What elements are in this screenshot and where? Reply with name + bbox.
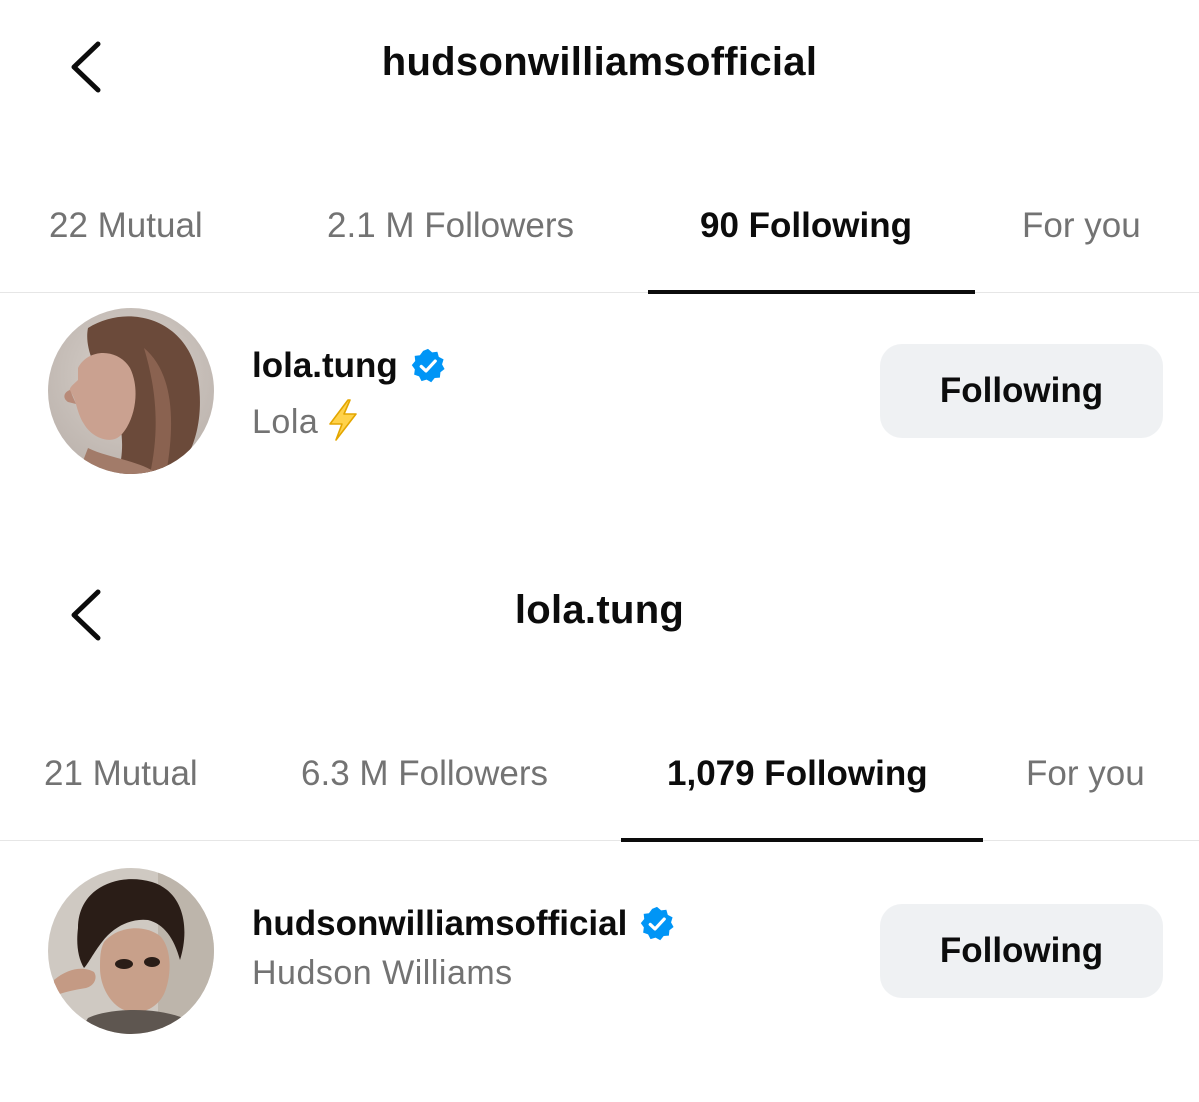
lightning-bolt-icon [324, 398, 362, 447]
tab-for-you[interactable]: For you [1022, 206, 1141, 246]
page-title: lola.tung [514, 588, 685, 632]
following-button[interactable]: Following [880, 344, 1163, 438]
full-name-line: Hudson Williams [252, 954, 513, 993]
list-item[interactable]: hudsonwilliamsofficial Hudson Williams F… [0, 866, 1199, 1038]
username: lola.tung [252, 346, 398, 385]
following-button[interactable]: Following [880, 904, 1163, 998]
following-screen-lola: lola.tung 21 Mutual 6.3 M Followers 1,07… [0, 548, 1199, 1102]
following-screen-hudson: hudsonwilliamsofficial 22 Mutual 2.1 M F… [0, 0, 1199, 520]
full-name: Hudson Williams [252, 954, 513, 992]
list-item[interactable]: lola.tung Lola Following [0, 306, 1199, 478]
tab-bar: 22 Mutual 2.1 M Followers 90 Following F… [0, 200, 1199, 294]
tab-bar: 21 Mutual 6.3 M Followers 1,079 Followin… [0, 748, 1199, 842]
tab-mutual[interactable]: 22 Mutual [49, 206, 203, 246]
avatar[interactable] [48, 868, 214, 1034]
full-name-line: Lola [252, 398, 362, 447]
verified-badge-icon [639, 906, 675, 942]
username: hudsonwilliamsofficial [252, 904, 628, 943]
username-link[interactable]: hudsonwilliamsofficial [252, 904, 675, 944]
username-link[interactable]: lola.tung [252, 346, 446, 386]
tab-following[interactable]: 1,079 Following [667, 754, 928, 794]
tab-following[interactable]: 90 Following [700, 206, 912, 246]
verified-badge-icon [410, 348, 446, 384]
page-title: hudsonwilliamsofficial [381, 40, 818, 84]
active-tab-indicator [621, 838, 983, 842]
tab-followers[interactable]: 2.1 M Followers [327, 206, 574, 246]
tab-mutual[interactable]: 21 Mutual [44, 754, 198, 794]
tab-for-you[interactable]: For you [1026, 754, 1145, 794]
full-name: Lola [252, 403, 319, 441]
tab-followers[interactable]: 6.3 M Followers [301, 754, 548, 794]
avatar[interactable] [48, 308, 214, 474]
active-tab-indicator [648, 290, 975, 294]
